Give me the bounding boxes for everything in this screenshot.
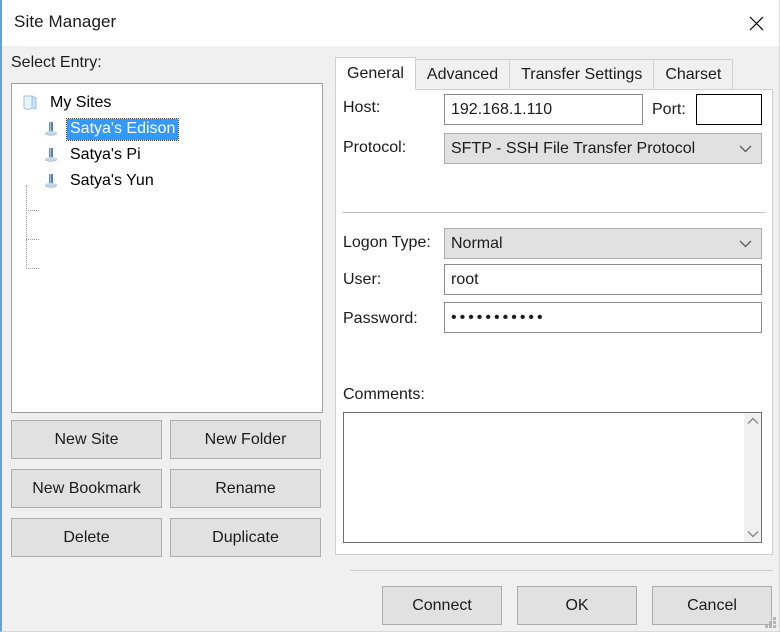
select-entry-label: Select Entry: (11, 54, 102, 71)
tab-general[interactable]: General (335, 57, 416, 90)
chevron-down-icon (739, 239, 752, 248)
tree-item-satyas-edison[interactable]: Satya's Edison (12, 116, 322, 142)
ok-button[interactable]: OK (517, 586, 637, 625)
new-folder-button[interactable]: New Folder (170, 420, 321, 459)
title-bar: Site Manager (2, 0, 779, 46)
port-label: Port: (652, 101, 686, 118)
tab-transfer-settings[interactable]: Transfer Settings (509, 59, 655, 90)
connect-button[interactable]: Connect (382, 586, 502, 625)
logon-type-select[interactable]: Normal (444, 228, 762, 259)
user-label: User: (343, 271, 382, 288)
tree-item-satyas-pi[interactable]: Satya's Pi (12, 142, 322, 168)
close-icon[interactable] (733, 0, 779, 46)
site-tree[interactable]: My Sites Satya's Edison Satya's Pi Satya… (11, 83, 323, 413)
tree-connector-vertical (26, 185, 27, 267)
host-input[interactable] (444, 94, 643, 125)
tab-charset[interactable]: Charset (653, 59, 734, 90)
tree-item-label: My Sites (50, 93, 112, 111)
port-input[interactable] (696, 94, 762, 125)
tree-item-label: Satya's Edison (65, 117, 180, 141)
password-label: Password: (343, 310, 418, 327)
delete-button[interactable]: Delete (11, 518, 162, 557)
tree-item-label: Satya's Yun (70, 171, 154, 189)
resize-grip-icon[interactable] (764, 616, 776, 628)
section-divider (343, 212, 765, 213)
new-site-button[interactable]: New Site (11, 420, 162, 459)
tree-connector-horizontal (26, 268, 39, 269)
user-input[interactable] (444, 264, 762, 295)
comments-scrollbar[interactable] (744, 413, 761, 542)
tree-item-label: Satya's Pi (70, 145, 141, 163)
logon-type-selected-value: Normal (451, 234, 503, 252)
site-icon (40, 170, 62, 192)
comments-textarea[interactable] (344, 413, 744, 542)
protocol-select[interactable]: SFTP - SSH File Transfer Protocol (444, 133, 762, 164)
host-label: Host: (343, 99, 381, 116)
site-icon (40, 118, 62, 140)
rename-button[interactable]: Rename (170, 469, 321, 508)
folder-icon (20, 92, 42, 114)
tab-advanced[interactable]: Advanced (414, 59, 511, 90)
duplicate-button[interactable]: Duplicate (170, 518, 321, 557)
tree-item-my-sites[interactable]: My Sites (12, 90, 322, 116)
page-title: Site Manager (14, 12, 117, 31)
logon-type-label: Logon Type: (343, 234, 431, 251)
host-field-row: Host: (343, 99, 444, 117)
footer-divider (350, 570, 773, 571)
chevron-down-icon[interactable] (747, 530, 759, 538)
comments-label: Comments: (343, 386, 425, 403)
protocol-label: Protocol: (343, 139, 407, 156)
site-manager-dialog: Site Manager Select Entry: My Sites Saty… (0, 0, 780, 632)
settings-tabs: General Advanced Transfer Settings Chars… (335, 57, 734, 90)
protocol-selected-value: SFTP - SSH File Transfer Protocol (451, 139, 696, 157)
cancel-button[interactable]: Cancel (652, 586, 772, 625)
tree-item-satyas-yun[interactable]: Satya's Yun (12, 168, 322, 194)
tree-connector-horizontal (26, 239, 39, 240)
tree-connector-horizontal (26, 210, 39, 211)
password-input[interactable] (444, 302, 762, 333)
new-bookmark-button[interactable]: New Bookmark (11, 469, 162, 508)
chevron-up-icon[interactable] (747, 417, 759, 425)
comments-box[interactable] (343, 412, 762, 543)
site-icon (40, 144, 62, 166)
chevron-down-icon (739, 144, 752, 153)
